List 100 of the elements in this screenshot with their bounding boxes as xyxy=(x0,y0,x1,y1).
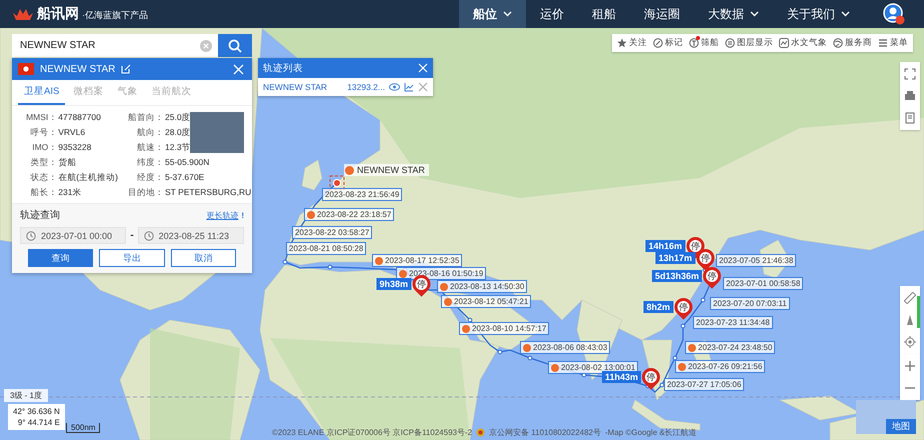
copyright-text: ©2023 ELANE 京ICP证070006号 京ICP备11024593号-2 xyxy=(272,427,472,438)
search-icon xyxy=(228,38,242,52)
field-value: 231米 xyxy=(58,187,82,199)
zoom-level-bar xyxy=(917,296,920,328)
nav-item[interactable]: 租船 xyxy=(578,0,630,28)
field-value: ST PETERSBURG,RU xyxy=(165,187,252,199)
toolbar-item[interactable]: 菜单 xyxy=(875,37,911,49)
action-button[interactable]: 查询 xyxy=(28,249,94,267)
action-button[interactable]: 取消 xyxy=(170,249,236,267)
nav-item[interactable]: 大数据 xyxy=(694,0,773,28)
scale-bar: 500nm xyxy=(66,423,100,433)
time-label: 2023-07-05 21:46:38 xyxy=(716,254,796,267)
time-label: 2023-08-10 14:57:17 xyxy=(459,322,550,335)
time-label: 2023-07-01 00:58:58 xyxy=(723,277,804,290)
time-label: 2023-08-23 21:56:49 xyxy=(322,188,402,201)
ship-name: NEWNEW STAR xyxy=(40,64,116,74)
time-label: 2023-08-06 08:43:03 xyxy=(520,341,610,354)
stop-duration-label: 9h38m xyxy=(376,278,411,290)
time-label: 2023-08-16 01:50:19 xyxy=(396,267,486,280)
latitude-text: 42° 36.636 N xyxy=(13,407,60,416)
toolbar-item[interactable]: 筛船 xyxy=(686,37,722,49)
field-value: VRVL6 xyxy=(58,127,86,139)
tab[interactable]: 卫星AIS xyxy=(18,80,66,105)
field-label: 航速： xyxy=(136,142,164,154)
toolbar-item[interactable]: 图层显示 xyxy=(722,37,776,49)
search-button[interactable] xyxy=(218,34,252,57)
eye-icon[interactable] xyxy=(389,83,400,91)
star-icon xyxy=(617,38,627,48)
field-value: 28.0度 xyxy=(165,127,192,139)
search-field[interactable]: NEWNEW STAR xyxy=(12,34,218,57)
weather-icon xyxy=(779,38,789,48)
nav-item[interactable]: 船位 xyxy=(459,0,526,28)
map-type-button[interactable]: 地图 xyxy=(886,419,916,434)
track-distance: 13293.2... xyxy=(347,82,385,92)
toolbar-item[interactable]: 水文气象 xyxy=(776,37,830,49)
toolbar-item[interactable]: 服务商 xyxy=(830,37,875,49)
field-label: 呼号： xyxy=(29,127,58,139)
action-button[interactable]: 导出 xyxy=(99,249,165,267)
fullscreen-icon[interactable] xyxy=(904,68,916,80)
section-title: 轨迹查询 xyxy=(20,208,60,222)
time-label: 2023-07-24 23:48:50 xyxy=(685,341,776,354)
track-name: NEWNEW STAR xyxy=(263,82,328,92)
user-avatar-icon[interactable] xyxy=(883,3,905,25)
field-label: 状态： xyxy=(29,172,58,184)
edit-icon[interactable] xyxy=(121,64,132,74)
caret-icon xyxy=(841,11,850,17)
tagline: ·亿海蓝旗下产品 xyxy=(82,8,148,22)
field-label: 目的地： xyxy=(128,187,164,199)
ruler-icon[interactable] xyxy=(904,292,916,304)
line-chart-icon[interactable] xyxy=(404,82,414,92)
field-label: IMO： xyxy=(31,142,58,154)
time-label: 2023-08-02 13:00:01 xyxy=(548,361,638,374)
field-label: 经度： xyxy=(136,172,164,184)
toolbar-item[interactable]: 标记 xyxy=(650,37,686,49)
time-label: 2023-07-27 17:05:06 xyxy=(664,378,744,391)
field-label: MMSI： xyxy=(25,112,58,124)
field-value: 货船 xyxy=(58,157,78,169)
caret-icon xyxy=(750,11,759,17)
date-separator: - xyxy=(130,230,134,241)
zoom-level-label: 3级 - 1度 xyxy=(4,389,48,402)
time-label: 2023-08-22 23:18:57 xyxy=(304,208,394,221)
field-value: 5-37.670E xyxy=(165,172,206,184)
longitude-text: 9° 44.714 E xyxy=(18,418,60,427)
menu-icon xyxy=(878,38,888,48)
police-badge-icon xyxy=(476,428,486,437)
stop-duration-label: 5d13h36m xyxy=(652,270,702,282)
stop-duration-label: 11h43m xyxy=(602,371,641,383)
date-field[interactable]: 2023-07-01 00:00 xyxy=(20,227,126,244)
field-label: 类型： xyxy=(29,157,58,169)
stop-duration-label: 8h2m xyxy=(643,301,673,313)
field-label: 航向： xyxy=(136,127,164,139)
nav-item[interactable]: 关于我们 xyxy=(773,0,864,28)
photo-placeholder xyxy=(190,112,244,153)
field-label: 纬度： xyxy=(136,157,164,169)
info-mark: ! xyxy=(241,210,244,220)
locate-icon[interactable] xyxy=(904,336,916,348)
registration-text: 京公网安备 11010802022482号 xyxy=(489,427,601,438)
ship-name-label: NEWNEW STAR xyxy=(357,165,425,175)
map-credit-text: -Map ©Google &长江航道 xyxy=(605,427,697,438)
longer-track-link[interactable]: 更长轨迹 xyxy=(206,210,238,220)
field-label: 船首向： xyxy=(128,112,164,124)
clock-icon xyxy=(26,230,36,240)
stop-duration-label: 13h17m xyxy=(655,252,695,264)
time-label: 2023-08-12 05:47:21 xyxy=(441,295,532,308)
date-field[interactable]: 2023-08-25 11:23 xyxy=(138,227,244,244)
logo-text: 船讯网 xyxy=(37,5,79,23)
zoom-in-icon[interactable] xyxy=(904,360,916,372)
field-value: 在航(主机推动) xyxy=(58,172,119,184)
filter-icon xyxy=(689,38,699,48)
field-value: 477887700 xyxy=(58,112,102,124)
nav-item[interactable]: 海运圈 xyxy=(630,0,694,28)
field-value: 9353228 xyxy=(58,142,92,154)
caret-icon xyxy=(503,11,512,17)
time-label: 2023-08-22 03:58:27 xyxy=(292,226,372,239)
toolbar-item[interactable]: 关注 xyxy=(614,37,650,49)
nav-item[interactable]: 运价 xyxy=(526,0,578,28)
ship-badge-icon xyxy=(345,166,354,174)
clock-icon xyxy=(144,230,154,240)
field-value: 55-05.900N xyxy=(165,157,210,169)
time-label: 2023-07-23 11:34:48 xyxy=(693,316,773,329)
